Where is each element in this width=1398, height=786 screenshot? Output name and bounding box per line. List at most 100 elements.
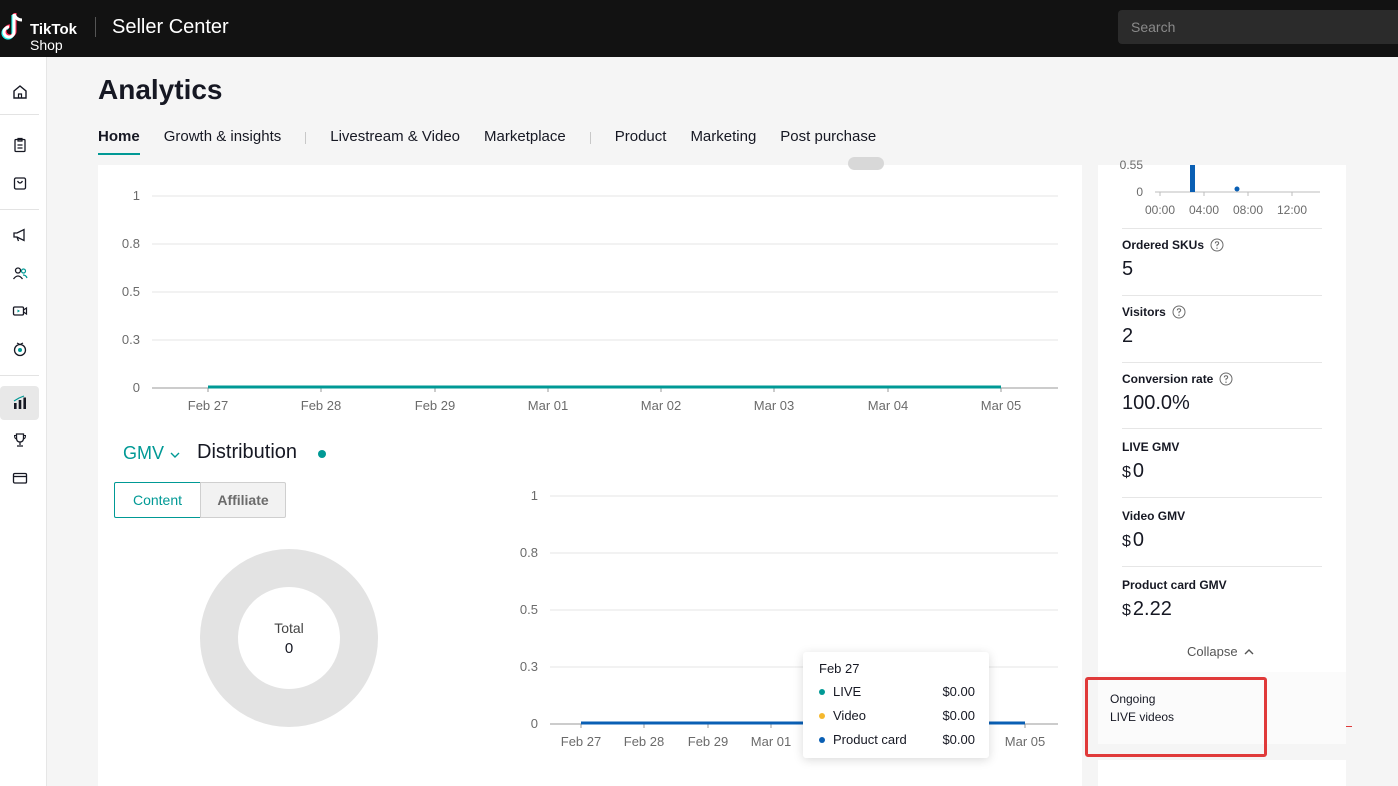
sidebar-item-rewards[interactable]: [0, 423, 39, 457]
currency-symbol: $: [1122, 533, 1131, 550]
metric-ordered-skus: Ordered SKUs 5: [1122, 238, 1322, 281]
tooltip-row-product-card: Product card $0.00: [819, 732, 975, 747]
home-icon: [12, 85, 27, 99]
trophy-icon: [13, 433, 26, 447]
orders-icon: [13, 137, 26, 153]
tab-post-purchase[interactable]: Post purchase: [780, 128, 876, 153]
metric-value: 5: [1122, 258, 1134, 280]
chevron-down-icon: [170, 452, 180, 458]
metric-product-card-gmv: Product card GMV $2.22: [1122, 578, 1322, 621]
live-icon: [13, 342, 26, 357]
product-card-dot-icon: [819, 736, 825, 743]
metric-divider: [1122, 362, 1322, 363]
tab-marketplace[interactable]: Marketplace: [484, 128, 566, 153]
sidebar-item-live[interactable]: [0, 332, 39, 366]
lower-side-card: [1098, 760, 1346, 786]
live-status-dot: [318, 450, 326, 458]
sidebar-item-marketing[interactable]: [0, 218, 39, 252]
chevron-up-icon: [1244, 648, 1254, 654]
tab-growth-insights[interactable]: Growth & insights: [164, 128, 282, 153]
metric-label: Video GMV: [1122, 509, 1186, 523]
donut-total-value: 0: [284, 640, 294, 657]
logo-line-1: TikTok: [30, 21, 77, 38]
video-icon: [12, 306, 27, 316]
metric-label: Visitors: [1122, 305, 1166, 319]
sidebar-item-analytics[interactable]: [0, 386, 39, 420]
marketing-megaphone-icon: [12, 228, 25, 242]
tooltip-row-label: Video: [833, 708, 867, 723]
analytics-icon: [13, 395, 26, 409]
tab-product[interactable]: Product: [615, 128, 667, 153]
metric-dropdown-value: GMV: [123, 443, 165, 463]
metric-label: LIVE GMV: [1122, 440, 1180, 454]
metric-conversion-rate: Conversion rate 100.0%: [1122, 372, 1322, 415]
tooltip-row-value: $0.00: [942, 708, 975, 723]
tooltip-row-label: Product card: [833, 732, 907, 747]
metric-divider: [1122, 497, 1322, 498]
collapse-button[interactable]: Collapse: [1187, 644, 1254, 659]
metric-value: 2.22: [1132, 598, 1172, 620]
tab-home[interactable]: Home: [98, 128, 140, 155]
tooltip-date: Feb 27: [819, 661, 860, 676]
sidebar-item-products[interactable]: [0, 166, 39, 200]
metric-value: 0: [1132, 529, 1145, 551]
sidebar-item-home[interactable]: [0, 75, 39, 109]
metric-live-gmv: LIVE GMV $0: [1122, 440, 1322, 483]
top-bar: TikTok Shop Seller Center: [0, 0, 1398, 57]
app-title: Seller Center: [112, 16, 229, 38]
live-dot-icon: [819, 688, 825, 695]
tab-livestream-video[interactable]: Livestream & Video: [330, 128, 460, 153]
segment-content[interactable]: Content: [114, 482, 201, 518]
tooltip-row-value: $0.00: [942, 732, 975, 747]
sidebar-item-finance[interactable]: [0, 461, 39, 495]
help-icon[interactable]: [1210, 238, 1224, 252]
logo-line-2: Shop: [30, 37, 63, 53]
tiktok-logo-icon: [1, 13, 23, 40]
tab-divider: [305, 132, 307, 144]
annotation-tick: [1346, 726, 1352, 727]
topbar-divider: [95, 17, 96, 37]
affiliate-users-icon: [12, 267, 28, 280]
collapse-label: Collapse: [1187, 644, 1238, 659]
currency-symbol: $: [1122, 602, 1131, 619]
chart-tooltip: Feb 27 LIVE $0.00 Video $0.00 Product ca…: [803, 652, 989, 758]
tooltip-row-value: $0.00: [942, 684, 975, 699]
tab-marketing[interactable]: Marketing: [690, 128, 756, 153]
compare-toggle[interactable]: [848, 157, 884, 170]
metric-value: 2: [1122, 325, 1134, 347]
metric-label-row: Visitors: [1122, 305, 1322, 319]
metric-visitors: Visitors 2: [1122, 305, 1322, 348]
tooltip-row-live: LIVE $0.00: [819, 684, 975, 699]
tooltip-row-video: Video $0.00: [819, 708, 975, 723]
sidebar-divider: [0, 375, 39, 376]
tooltip-row-label: LIVE: [833, 684, 862, 699]
metric-divider: [1122, 566, 1322, 567]
metric-video-gmv: Video GMV $0: [1122, 509, 1322, 552]
metric-label: Ordered SKUs: [1122, 238, 1205, 252]
sidebar-item-orders[interactable]: [0, 128, 39, 162]
help-icon[interactable]: [1172, 305, 1186, 319]
tiktok-shop-logo[interactable]: TikTok Shop: [0, 10, 90, 53]
sidebar-divider: [0, 114, 39, 115]
finance-card-icon: [12, 472, 27, 484]
help-icon[interactable]: [1219, 372, 1233, 386]
sidebar-item-video[interactable]: [0, 294, 39, 328]
sidebar: [0, 57, 47, 786]
sidebar-item-affiliate[interactable]: [0, 256, 39, 290]
metric-value-row: $0: [1122, 460, 1322, 483]
highlight-annotation-box: [1085, 677, 1267, 757]
segment-affiliate[interactable]: Affiliate: [200, 482, 286, 518]
tab-divider: [589, 132, 591, 144]
page-title: Analytics: [98, 74, 223, 105]
search-input[interactable]: [1118, 10, 1398, 44]
donut-total-label: Total: [274, 620, 304, 636]
metric-value-row: $2.22: [1122, 598, 1322, 621]
metric-label-row: Ordered SKUs: [1122, 238, 1322, 252]
metric-value: 100.0%: [1122, 392, 1190, 414]
metric-label: Conversion rate: [1122, 372, 1214, 386]
analytics-tabs: Home Growth & insights Livestream & Vide…: [98, 128, 900, 156]
distribution-title: Distribution: [197, 441, 298, 463]
sidebar-divider: [0, 209, 39, 210]
metric-divider: [1122, 295, 1322, 296]
metric-dropdown[interactable]: GMV: [123, 443, 180, 464]
